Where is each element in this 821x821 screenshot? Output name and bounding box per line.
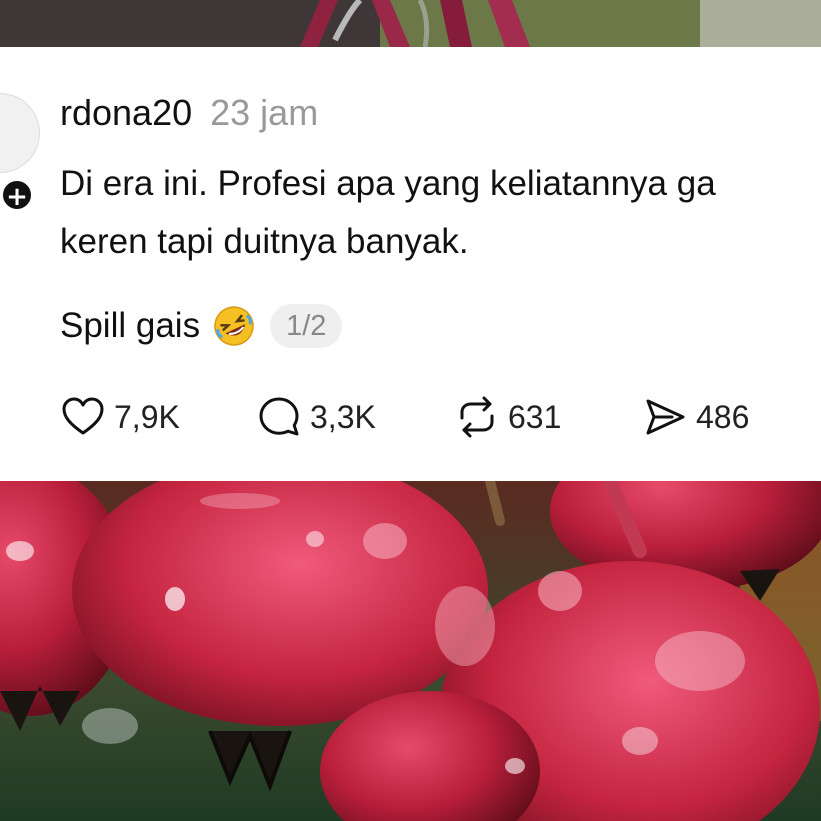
heart-icon	[62, 397, 104, 435]
share-button[interactable]: 486	[642, 392, 749, 442]
username[interactable]: rdona20	[60, 92, 192, 133]
post-text: Di era ini. Profesi apa yang keliatannya…	[60, 155, 820, 271]
comment-bubble-icon	[259, 397, 299, 436]
action-bar: 7,9K 3,3K 631 486	[60, 392, 800, 442]
post-text-spill: Spill gais 1/2	[60, 301, 343, 351]
post-text-line: Di era ini. Profesi apa yang keliatannya…	[60, 164, 716, 203]
repost-count: 631	[508, 398, 562, 435]
post-image[interactable]	[0, 481, 821, 821]
comment-count: 3,3K	[310, 398, 376, 435]
repost-button[interactable]: 631	[454, 392, 561, 442]
follow-plus-icon[interactable]: +	[0, 178, 34, 212]
top-post-image[interactable]	[0, 0, 821, 47]
post-header: rdona20 23 jam	[60, 91, 318, 135]
post-text-line: keren tapi duitnya banyak.	[60, 222, 469, 261]
share-count: 486	[696, 398, 750, 435]
spill-text: Spill gais	[60, 306, 201, 345]
like-count: 7,9K	[114, 398, 180, 435]
rolling-on-floor-laughing-emoji-icon	[212, 304, 256, 348]
send-icon	[646, 399, 685, 435]
post-card[interactable]: + rdona20 23 jam Di era ini. Profesi apa…	[0, 47, 821, 481]
repost-icon	[460, 396, 494, 438]
page-indicator-pill[interactable]: 1/2	[270, 304, 343, 348]
like-button[interactable]: 7,9K	[60, 392, 180, 442]
avatar[interactable]	[0, 93, 40, 173]
comment-button[interactable]: 3,3K	[256, 392, 376, 442]
timestamp: 23 jam	[210, 92, 319, 133]
top-image-graphic	[0, 0, 821, 47]
fruit-photo-graphic	[0, 481, 821, 821]
